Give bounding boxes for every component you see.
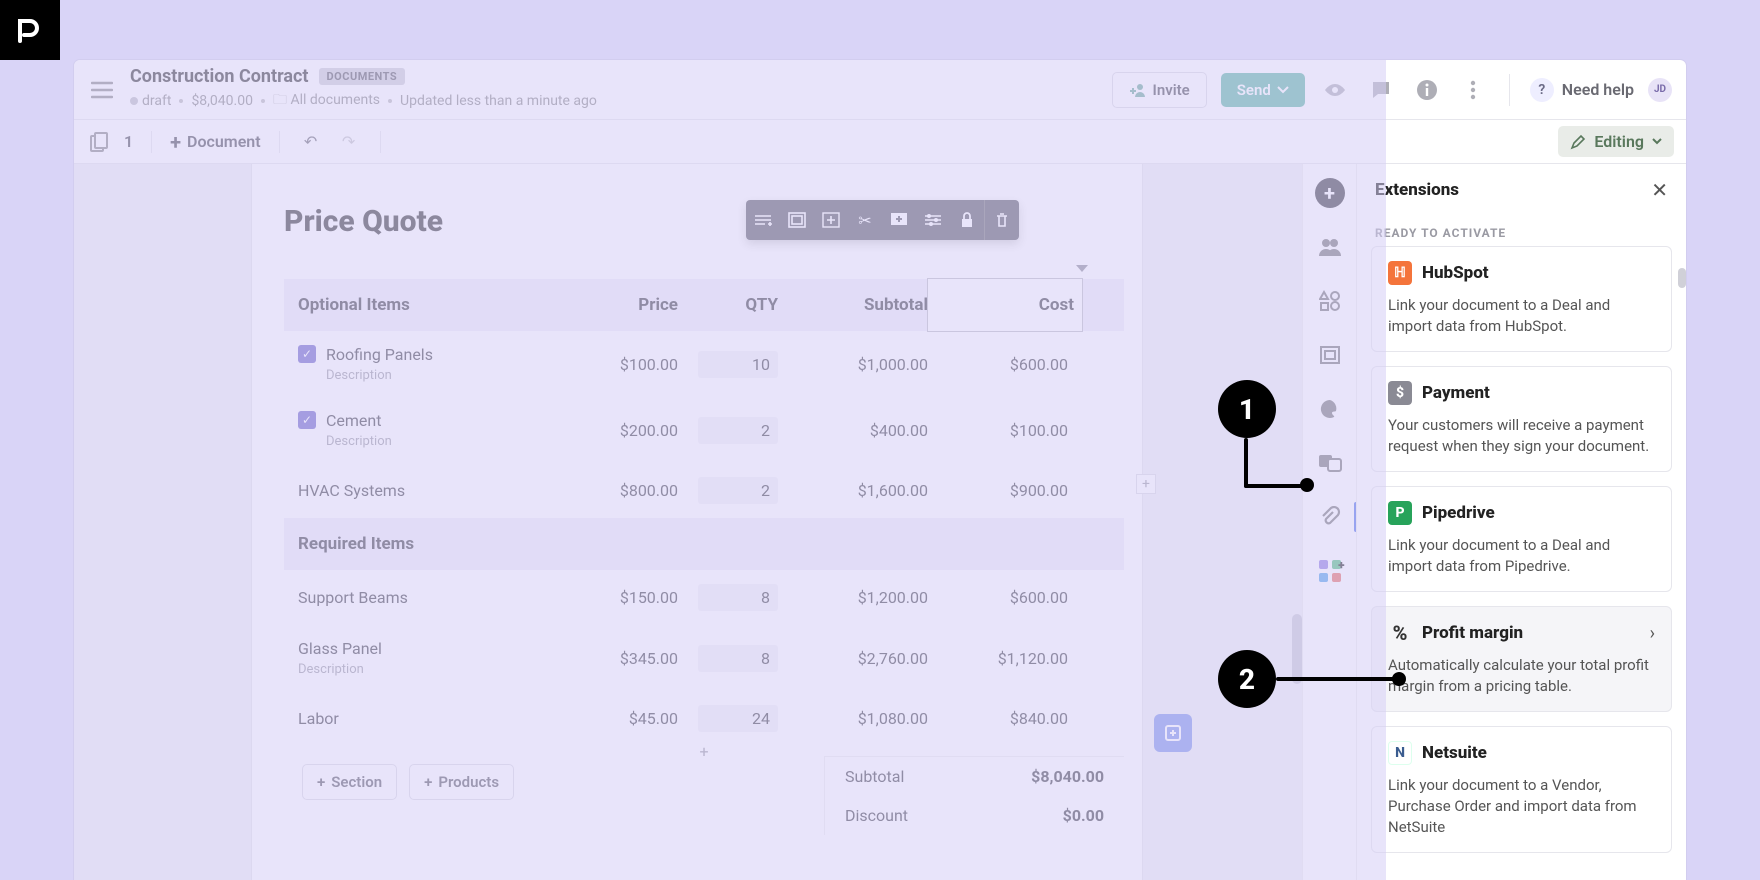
add-column-icon[interactable]: + [1136,474,1156,494]
amount-label: $8,040.00 [191,93,253,109]
add-products-button[interactable]: +Products [409,764,514,800]
extensions-panel: Extensions ✕ READY TO ACTIVATE ℍHubSpot … [1356,164,1686,880]
tool-layout-icon[interactable] [780,200,814,240]
help-button[interactable]: ? Need help [1530,78,1634,102]
table-row[interactable]: HVAC Systems $800.00 2 $1,600.00 $900.00 [284,463,1124,518]
folder-label[interactable]: All documents [290,92,380,108]
tool-add-column-icon[interactable] [814,200,848,240]
pages-icon[interactable] [86,129,112,155]
user-avatar[interactable]: JD [1648,78,1672,102]
more-icon[interactable] [1457,74,1489,106]
panel-scrollbar[interactable] [1678,268,1686,288]
col-optional-label: Optional Items [298,295,558,315]
chat-icon[interactable] [1365,74,1397,106]
document-canvas[interactable]: Price Quote ✂ Optional [74,164,1302,880]
col-price-label: Price [558,295,678,315]
invite-button[interactable]: Invite [1112,72,1207,108]
table-row[interactable]: ✓ Roofing PanelsDescription $100.00 10 $… [284,331,1124,397]
table-row[interactable]: Support Beams $150.00 8 $1,200.00 $600.0… [284,570,1124,625]
document-meta: draft $8,040.00 🗀 All documents Updated … [130,89,597,113]
strip-frame-icon[interactable] [1315,340,1345,370]
checkbox-icon[interactable]: ✓ [298,411,316,429]
annotation-line [1244,484,1304,488]
add-row-icon[interactable]: + [699,742,708,761]
table-row[interactable]: Labor $45.00 24 $1,080.00 $840.00 [284,691,1124,746]
tool-note-icon[interactable] [882,200,916,240]
menu-button[interactable] [88,76,116,104]
chevron-right-icon: › [1650,623,1655,644]
close-icon[interactable]: ✕ [1651,178,1668,202]
page-count: 1 [124,132,133,151]
header: Construction Contract DOCUMENTS draft $8… [74,60,1686,120]
document-type-tag: DOCUMENTS [319,68,406,85]
extension-card-pipedrive[interactable]: PPipedrive Link your document to a Deal … [1371,486,1672,592]
document-title[interactable]: Construction Contract [130,66,309,87]
annotation-line [1276,677,1396,681]
strip-palette-icon[interactable] [1315,394,1345,424]
tool-settings-icon[interactable] [916,200,950,240]
undo-icon[interactable]: ↶ [298,129,324,155]
col-qty-label: QTY [678,295,778,315]
tool-delete-icon[interactable] [985,200,1019,240]
totals-block: Subtotal$8,040.00 Discount$0.00 [824,756,1124,835]
table-row[interactable]: Glass PanelDescription $345.00 8 $2,760.… [284,625,1124,691]
annotation-node [1392,672,1406,686]
extension-card-netsuite[interactable]: NNetsuite Link your document to a Vendor… [1371,726,1672,853]
annotation-marker-2: 2 [1218,650,1276,708]
annotation-line [1244,438,1248,488]
pricing-table[interactable]: Optional Items Price QTY Subtotal Cost ✓… [284,279,1124,835]
right-tool-strip: + + [1302,164,1356,880]
extension-card-hubspot[interactable]: ℍHubSpot Link your document to a Deal an… [1371,246,1672,352]
redo-icon[interactable]: ↷ [336,129,362,155]
add-block-button[interactable] [1154,714,1192,752]
extension-card-payment[interactable]: $Payment Your customers will receive a p… [1371,366,1672,472]
add-document-button[interactable]: + Document [170,130,260,154]
strip-people-icon[interactable] [1315,232,1345,262]
document-page[interactable]: Price Quote ✂ Optional [252,164,1142,880]
preview-icon[interactable] [1319,74,1351,106]
toolbar: 1 + Document ↶ ↷ Editing [74,120,1686,164]
send-button[interactable]: Send [1221,73,1305,107]
extension-card-profit-margin[interactable]: %Profit margin› Automatically calculate … [1371,606,1672,712]
strip-shapes-icon[interactable] [1315,286,1345,316]
tool-cut-icon[interactable]: ✂ [848,200,882,240]
strip-attach-icon[interactable] [1315,502,1345,532]
tool-lock-icon[interactable] [950,200,984,240]
col-cost-label[interactable]: Cost [928,279,1082,331]
annotation-node [1300,478,1314,492]
extensions-section-label: READY TO ACTIVATE [1357,216,1686,246]
annotation-marker-1: 1 [1218,380,1276,438]
updated-label: Updated less than a minute ago [400,93,597,109]
col-subtotal-label: Subtotal [778,295,928,315]
add-section-button[interactable]: +Section [302,764,397,800]
table-row[interactable]: ✓ CementDescription $200.00 2 $400.00 $1… [284,397,1124,463]
col-required-label: Required Items [298,534,558,554]
extensions-title: Extensions [1375,180,1459,200]
status-label: draft [142,93,171,109]
app-frame: Construction Contract DOCUMENTS draft $8… [74,60,1686,880]
info-icon[interactable] [1411,74,1443,106]
checkbox-icon[interactable]: ✓ [298,345,316,363]
tool-insert-row-icon[interactable] [746,200,780,240]
mode-dropdown[interactable]: Editing [1558,126,1674,157]
strip-translate-icon[interactable] [1315,448,1345,478]
table-toolbar[interactable]: ✂ [746,200,1019,240]
strip-extensions-icon[interactable]: + [1315,556,1345,586]
strip-add-icon[interactable]: + [1315,178,1345,208]
brand-logo [0,0,60,60]
scrollbar[interactable] [1292,614,1302,684]
